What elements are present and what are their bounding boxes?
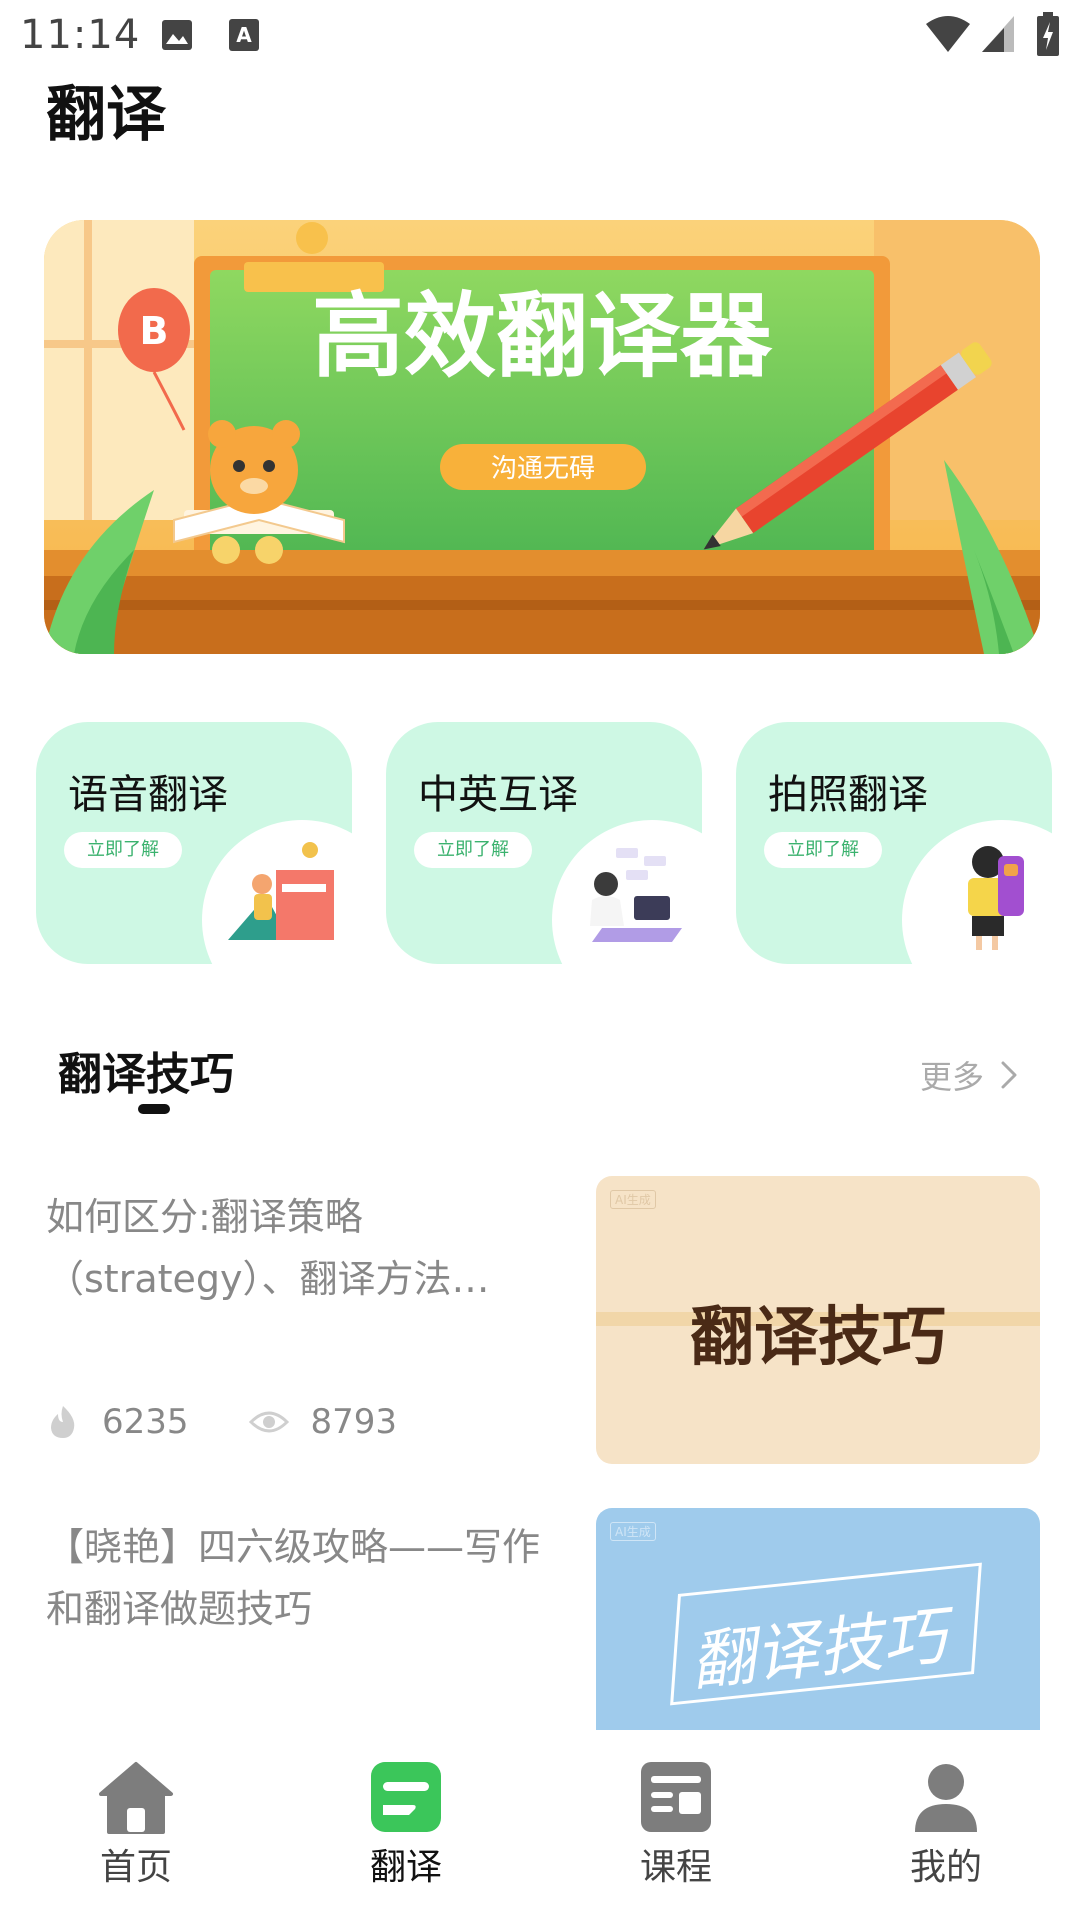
svg-text:A: A xyxy=(236,23,252,47)
reading-illustration xyxy=(228,842,334,940)
feature-title: 中英互译 xyxy=(418,772,578,818)
views-stat: 8793 xyxy=(248,1402,398,1442)
nav-translate[interactable]: 翻译 xyxy=(326,1760,486,1890)
profile-icon xyxy=(915,1764,977,1832)
learn-more-button[interactable]: 立即了解 xyxy=(764,832,882,868)
banner-balloon: B xyxy=(140,309,169,353)
article-title: 如何区分:翻译策略（strategy）、翻译方法… xyxy=(46,1195,490,1301)
banner-headline: 高效翻译器 xyxy=(312,283,773,390)
feature-title: 拍照翻译 xyxy=(768,772,928,818)
feature-title: 语音翻译 xyxy=(68,772,228,818)
learn-more-button[interactable]: 立即了解 xyxy=(414,832,532,868)
banner-illustration: 高效翻译器 沟通无碍 B xyxy=(44,220,1040,654)
wifi-icon xyxy=(926,16,970,52)
article-item[interactable]: 【晓艳】四六级攻略——写作和翻译做题技巧 AI生成 翻译技巧 xyxy=(0,1508,1080,1730)
feature-card-cn-en[interactable]: 中英互译 立即了解 xyxy=(386,722,702,964)
article-title: 【晓艳】四六级攻略——写作和翻译做题技巧 xyxy=(46,1525,541,1631)
more-label: 更多 xyxy=(920,1058,985,1096)
signal-icon xyxy=(982,16,1014,52)
article-item[interactable]: 如何区分:翻译策略（strategy）、翻译方法… 6235 8793 AI生成… xyxy=(0,1176,1080,1476)
chevron-right-icon xyxy=(1001,1061,1017,1089)
nav-label: 首页 xyxy=(99,1847,172,1888)
nav-courses[interactable]: 课程 xyxy=(596,1760,756,1890)
learn-more-button[interactable]: 立即了解 xyxy=(64,832,182,868)
feature-card-photo[interactable]: 拍照翻译 立即了解 xyxy=(736,722,1052,964)
thumb-badge: AI生成 xyxy=(610,1190,656,1209)
camera-girl-illustration xyxy=(968,846,1024,950)
article-stats: 6235 8793 xyxy=(46,1402,457,1442)
home-icon xyxy=(99,1762,173,1834)
likes-stat: 6235 xyxy=(46,1402,189,1442)
battery-icon xyxy=(1037,12,1059,56)
computer-user-illustration xyxy=(590,848,682,942)
image-icon xyxy=(162,20,192,50)
nav-label: 我的 xyxy=(909,1847,982,1888)
flame-icon xyxy=(51,1406,75,1438)
banner-tag: 沟通无碍 xyxy=(491,454,595,484)
nav-label: 课程 xyxy=(639,1847,712,1888)
nav-home[interactable]: 首页 xyxy=(56,1760,216,1890)
more-link[interactable]: 更多 xyxy=(920,1052,1018,1098)
thumb-text: 翻译技巧 xyxy=(690,1301,946,1375)
page-title: 翻译 xyxy=(46,80,166,150)
likes-count: 6235 xyxy=(102,1402,189,1442)
status-bar: 11:14 A xyxy=(0,0,1080,72)
status-time: 11:14 xyxy=(20,12,141,58)
a-keyboard-icon: A xyxy=(229,19,259,51)
thumb-badge: AI生成 xyxy=(610,1522,656,1541)
feature-card-voice[interactable]: 语音翻译 立即了解 xyxy=(36,722,352,964)
translate-icon xyxy=(371,1762,441,1832)
eye-icon xyxy=(248,1411,289,1433)
section-underline xyxy=(138,1104,170,1114)
views-count: 8793 xyxy=(310,1402,398,1442)
article-thumbnail[interactable]: AI生成 翻译技巧 xyxy=(596,1176,1040,1464)
bottom-nav: 首页 翻译 课程 我的 xyxy=(0,1730,1080,1920)
section-title: 翻译技巧 xyxy=(58,1049,234,1100)
course-icon xyxy=(641,1762,711,1832)
nav-label: 翻译 xyxy=(369,1847,442,1888)
article-thumbnail[interactable]: AI生成 翻译技巧 xyxy=(596,1508,1040,1730)
promo-banner[interactable]: 高效翻译器 沟通无碍 B xyxy=(44,220,1040,654)
nav-profile[interactable]: 我的 xyxy=(866,1760,1026,1890)
